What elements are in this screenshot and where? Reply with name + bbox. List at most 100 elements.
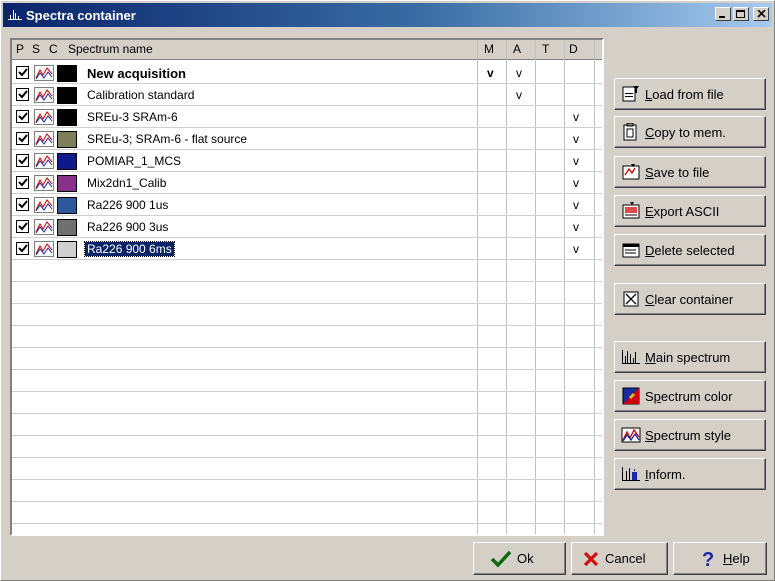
spectrum-name[interactable]: SREu-3; SRAm-6 - flat source (87, 132, 247, 146)
delete-mnemonic: D (645, 242, 655, 258)
flag-d[interactable]: v (573, 154, 579, 168)
column-header-m[interactable]: M (484, 42, 494, 56)
line-style-icon[interactable] (34, 65, 54, 81)
column-header-name[interactable]: Spectrum name (68, 42, 153, 56)
flag-d[interactable]: v (573, 198, 579, 212)
row-divider (12, 237, 602, 238)
delete-selected-button[interactable]: Delete selected (614, 234, 766, 266)
spectrum-name[interactable]: Ra226 900 6ms (84, 241, 175, 257)
spectrum-row[interactable]: SREu-3 SRAm-6 v (12, 106, 602, 128)
print-checkbox[interactable] (16, 88, 29, 101)
spectrum-row[interactable]: POMIAR_1_MCS v (12, 150, 602, 172)
spectrum-row[interactable]: SREu-3; SRAm-6 - flat source v (12, 128, 602, 150)
flag-m[interactable]: v (487, 66, 494, 80)
color-swatch[interactable] (57, 87, 77, 104)
grid-header: P S C Spectrum name M A T D (12, 40, 602, 60)
column-header-p[interactable]: P (16, 42, 24, 56)
spectrum-row[interactable]: New acquisition v v (12, 62, 602, 84)
color-swatch[interactable] (57, 65, 77, 82)
load-from-file-button[interactable]: Load from file (614, 78, 766, 110)
minimize-button[interactable] (715, 7, 731, 21)
copy-to-mem-button[interactable]: Copy to mem. (614, 116, 766, 148)
spectrum-name[interactable]: Ra226 900 1us (87, 198, 168, 212)
spectrum-name[interactable]: New acquisition (87, 66, 186, 81)
export-ascii-icon (622, 202, 640, 219)
print-checkbox[interactable] (16, 176, 29, 189)
spectra-grid[interactable]: P S C Spectrum name M A T D New acquisit… (10, 38, 604, 536)
spectrum-row[interactable]: Ra226 900 3us v (12, 216, 602, 238)
close-button[interactable] (753, 7, 769, 21)
spectrum-color-button[interactable]: Spectrum color (614, 380, 766, 412)
ok-label: Ok (517, 551, 534, 566)
print-checkbox[interactable] (16, 132, 29, 145)
ok-button[interactable]: Ok (473, 542, 566, 575)
copy-clipboard-icon (623, 123, 637, 141)
spectrum-name[interactable]: POMIAR_1_MCS (87, 154, 181, 168)
line-style-icon[interactable] (34, 87, 54, 103)
cancel-label: Cancel (605, 551, 646, 566)
spectrum-style-button[interactable]: Spectrum style (614, 419, 766, 451)
inform-button[interactable]: Inform. (614, 458, 766, 490)
color-swatch[interactable] (57, 153, 77, 170)
spectrum-row[interactable]: Calibration standard v (12, 84, 602, 106)
delete-list-icon (622, 243, 640, 258)
flag-d[interactable]: v (573, 176, 579, 190)
spectrum-row[interactable]: Ra226 900 1us v (12, 194, 602, 216)
checkmark-icon (18, 112, 28, 121)
color-palette-icon (622, 387, 640, 405)
line-style-icon[interactable] (34, 197, 54, 213)
cancel-button[interactable]: Cancel (571, 542, 668, 575)
print-checkbox[interactable] (16, 154, 29, 167)
line-style-icon[interactable] (34, 153, 54, 169)
row-divider (12, 281, 602, 282)
line-style-icon[interactable] (34, 241, 54, 257)
print-checkbox[interactable] (16, 198, 29, 211)
spectrum-row[interactable]: Ra226 900 6ms v (12, 238, 602, 260)
color-swatch[interactable] (57, 175, 77, 192)
save-to-file-button[interactable]: Save to file (614, 156, 766, 188)
line-style-icon[interactable] (34, 175, 54, 191)
column-header-t[interactable]: T (542, 42, 549, 56)
save-label: ave to file (653, 164, 710, 180)
help-mnemonic: H (723, 551, 733, 566)
line-style-icon[interactable] (34, 109, 54, 125)
clear-container-button[interactable]: Clear container (614, 283, 766, 315)
color-swatch[interactable] (57, 131, 77, 148)
main-spectrum-button[interactable]: Main spectrum (614, 341, 766, 373)
info-spectrum-icon (622, 467, 640, 481)
checkmark-icon (18, 90, 28, 99)
print-checkbox[interactable] (16, 220, 29, 233)
column-header-d[interactable]: D (569, 42, 578, 56)
spectrum-row[interactable]: Mix2dn1_Calib v (12, 172, 602, 194)
row-divider (12, 303, 602, 304)
spectrum-name[interactable]: Ra226 900 3us (87, 220, 168, 234)
color-swatch[interactable] (57, 109, 77, 126)
color-swatch[interactable] (57, 219, 77, 236)
color-swatch[interactable] (57, 197, 77, 214)
flag-d[interactable]: v (573, 220, 579, 234)
flag-d[interactable]: v (573, 110, 579, 124)
print-checkbox[interactable] (16, 110, 29, 123)
print-checkbox[interactable] (16, 66, 29, 79)
flag-a[interactable]: v (516, 66, 522, 80)
flag-d[interactable]: v (573, 132, 579, 146)
spectrum-name[interactable]: SREu-3 SRAm-6 (87, 110, 178, 124)
spectrum-name[interactable]: Mix2dn1_Calib (87, 176, 166, 190)
print-checkbox[interactable] (16, 242, 29, 255)
help-button[interactable]: ? Help (673, 542, 767, 575)
column-header-c[interactable]: C (49, 42, 58, 56)
export-ascii-button[interactable]: Export ASCII (614, 195, 766, 227)
spectrum-name[interactable]: Calibration standard (87, 88, 194, 102)
help-label: elp (732, 551, 750, 566)
maximize-button[interactable] (733, 7, 749, 21)
column-header-s[interactable]: S (32, 42, 40, 56)
row-divider (12, 501, 602, 502)
column-header-a[interactable]: A (513, 42, 521, 56)
copy-mnemonic: C (645, 124, 655, 140)
title-bar[interactable]: Spectra container (3, 3, 772, 27)
color-swatch[interactable] (57, 241, 77, 258)
line-style-icon[interactable] (34, 219, 54, 235)
flag-d[interactable]: v (573, 242, 579, 256)
flag-a[interactable]: v (516, 88, 522, 102)
line-style-icon[interactable] (34, 131, 54, 147)
